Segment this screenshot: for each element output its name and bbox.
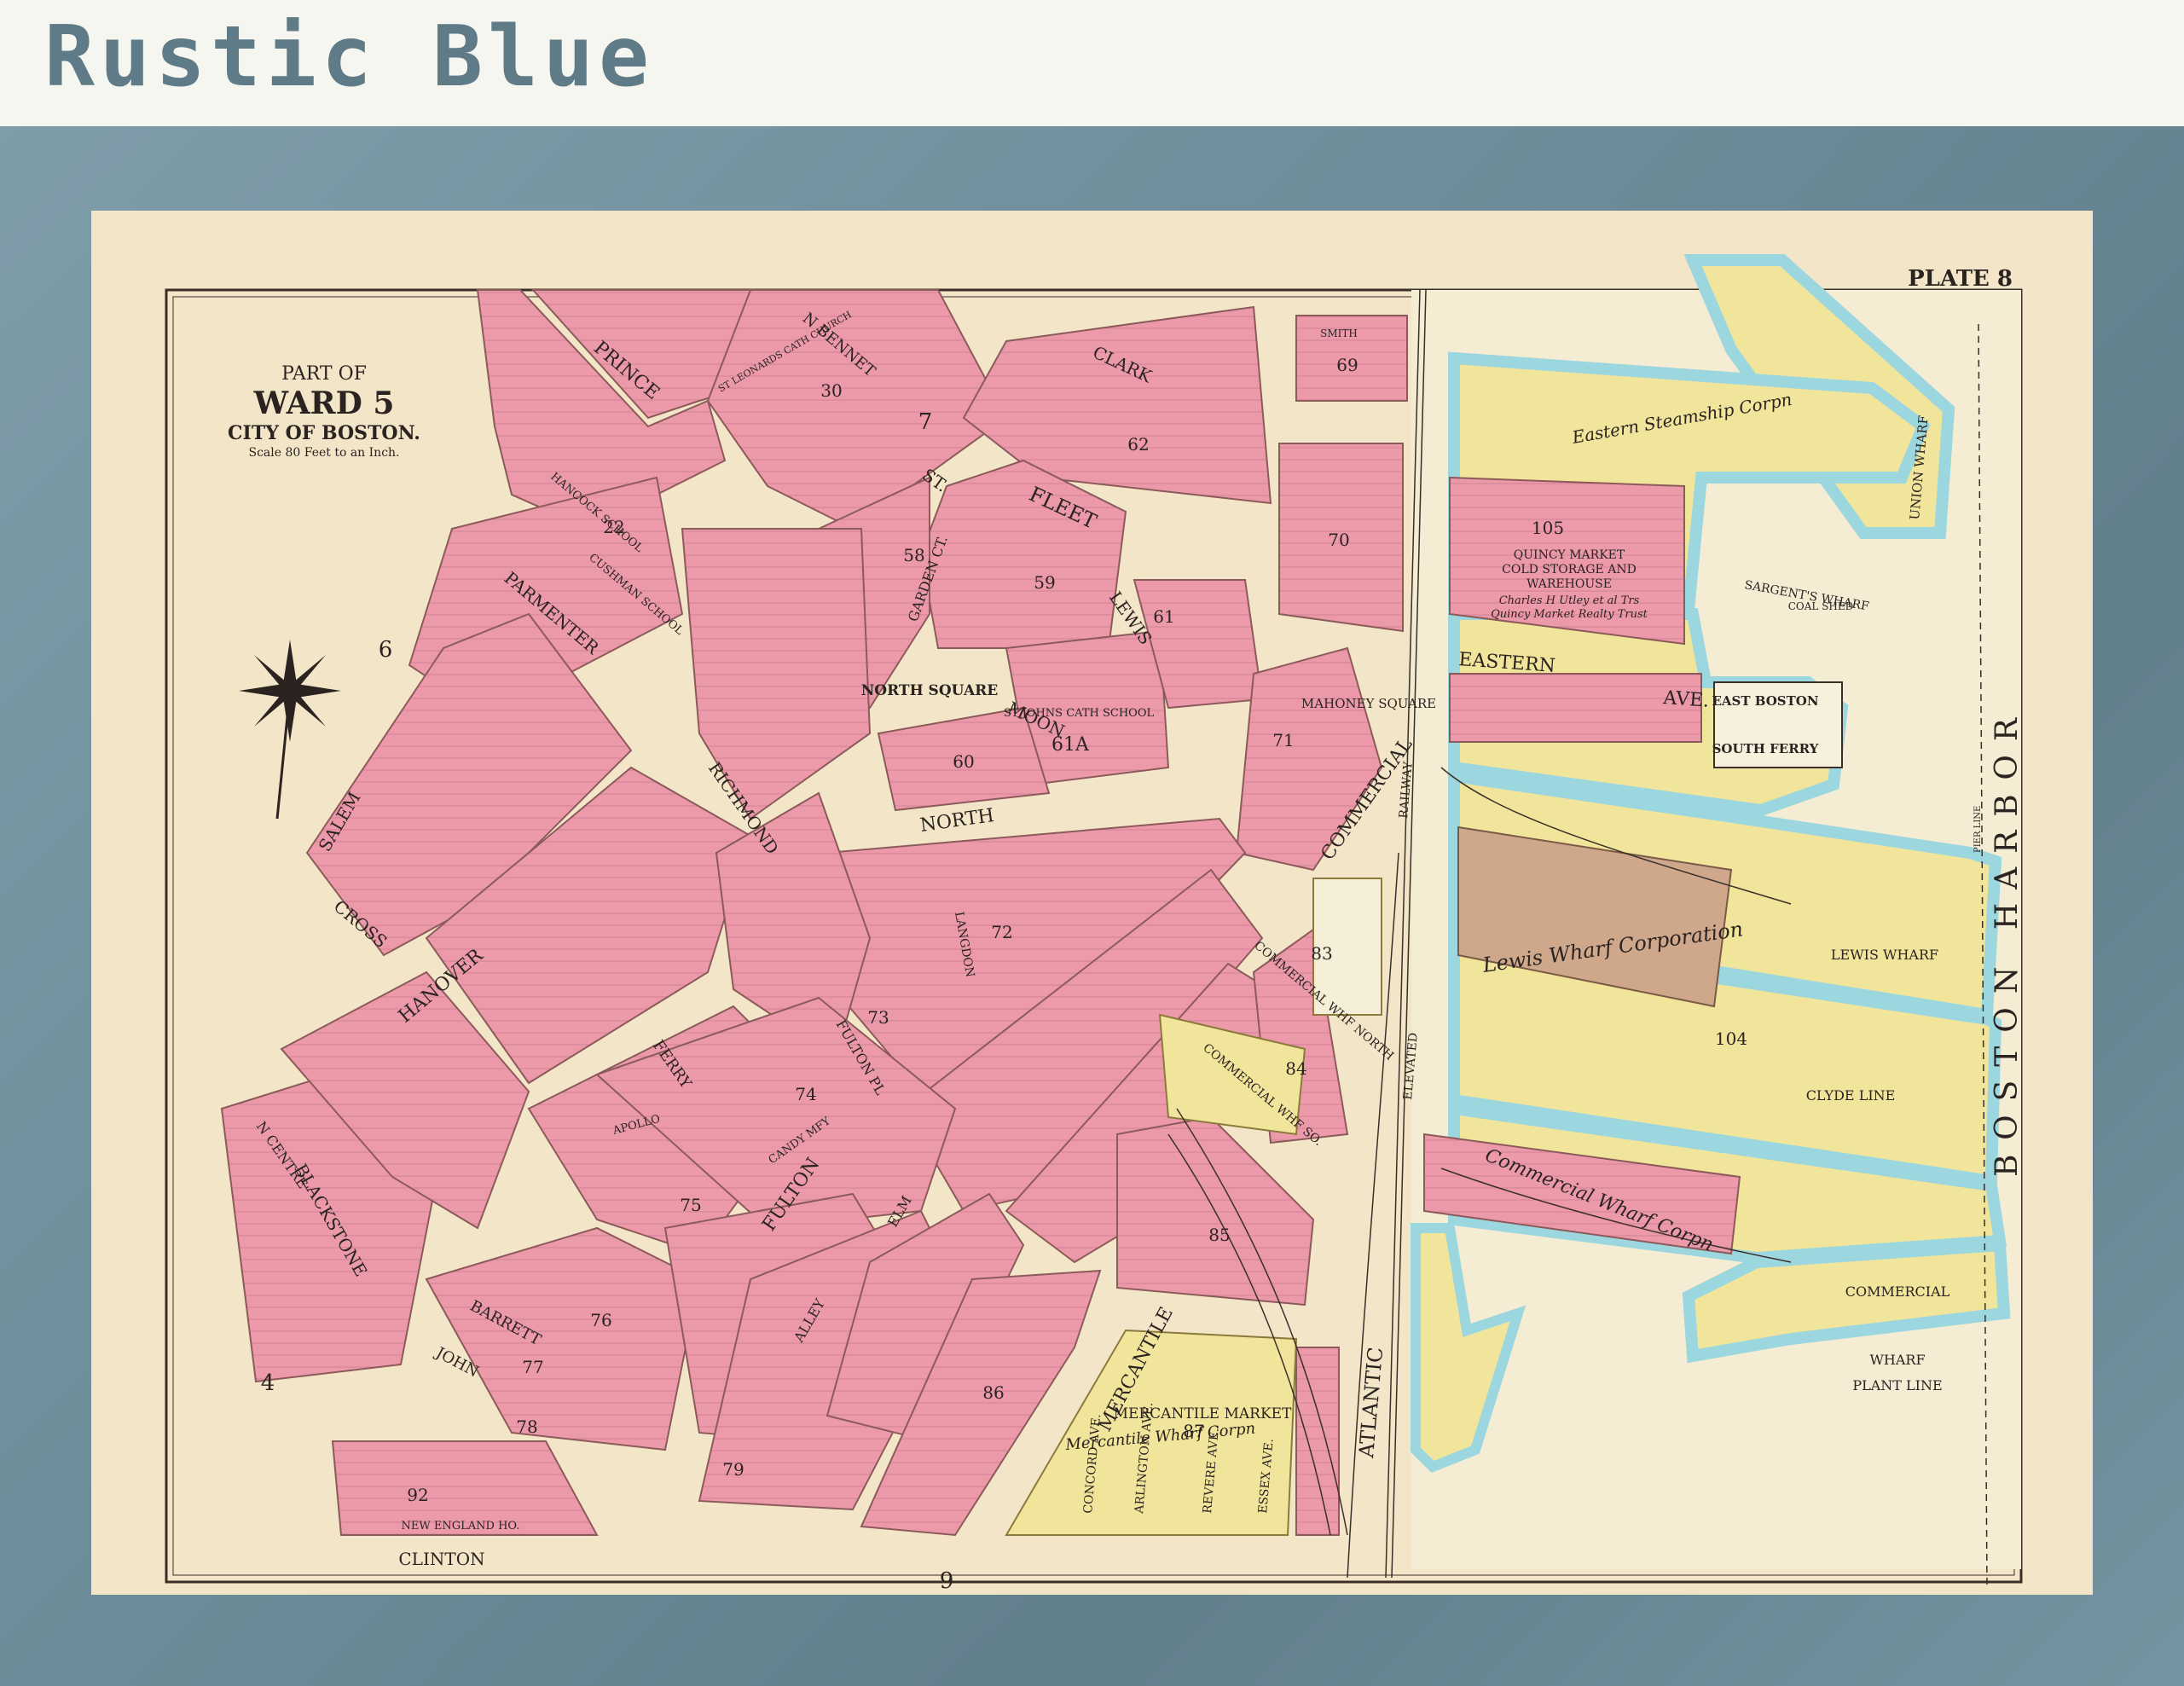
block-number-86: 86 [982, 1382, 1004, 1403]
block-number-73: 73 [867, 1007, 889, 1028]
frame-style-label: Rustic Blue [44, 9, 655, 106]
bldg-cold-storage: COLD STORAGE AND [1502, 563, 1637, 576]
block-number-72: 72 [991, 922, 1012, 942]
map-canvas: PLATE 8 PART OF WARD 5 CITY OF BOSTON. S… [91, 211, 2093, 1595]
block-number-84: 84 [1285, 1058, 1306, 1079]
wharf-mercantile-market: MERCANTILE MARKET [1114, 1405, 1293, 1422]
block-number-83: 83 [1311, 943, 1332, 964]
street-smith: SMITH [1320, 327, 1358, 339]
section-number-4: 4 [261, 1370, 275, 1396]
section-number-7: 7 [918, 409, 933, 435]
block-number-77: 77 [522, 1357, 543, 1377]
wharf-commercial: COMMERCIAL [1845, 1283, 1950, 1300]
block-number-79: 79 [722, 1459, 744, 1480]
harbor-label: BOSTON HARBOR [1990, 704, 2025, 1177]
block-number-60: 60 [953, 751, 974, 772]
bldg-st-johns: ST JOHNS CATH SCHOOL [1004, 707, 1155, 720]
wharf-coal-shed: COAL SHED [1788, 600, 1854, 612]
street-north-square: NORTH SQUARE [861, 682, 999, 699]
frame-style-header: Rustic Blue [0, 0, 2184, 126]
block-number-69: 69 [1336, 355, 1358, 375]
wharf-wharf: WHARF [1869, 1352, 1925, 1368]
title-line2: WARD 5 [253, 385, 395, 421]
street-clinton: CLINTON [398, 1549, 484, 1569]
block-number-70: 70 [1328, 530, 1349, 550]
section-number-6: 6 [379, 637, 393, 663]
block-number-85: 85 [1208, 1225, 1230, 1245]
block-number-58: 58 [903, 545, 924, 565]
block-number-75: 75 [680, 1195, 701, 1215]
map-print: PLATE 8 PART OF WARD 5 CITY OF BOSTON. S… [91, 211, 2093, 1595]
bldg-quincy-market: QUINCY MARKET [1514, 548, 1625, 562]
block-number-92: 92 [407, 1485, 428, 1505]
block-number-104: 104 [1715, 1028, 1747, 1049]
block-number-30: 30 [820, 380, 842, 401]
block-number-78: 78 [516, 1417, 537, 1437]
block-number-59: 59 [1034, 572, 1055, 593]
wharf-clyde-line: CLYDE LINE [1806, 1087, 1896, 1104]
block-number-76: 76 [590, 1310, 611, 1330]
bldg-quincy-realty: Quincy Market Realty Trust [1491, 608, 1648, 621]
block-number-74: 74 [795, 1084, 816, 1104]
plate-number: PLATE 8 [1908, 266, 2013, 292]
section-number-9: 9 [940, 1568, 954, 1594]
block-number-105: 105 [1532, 518, 1564, 538]
wharf-east-boston: EAST BOSTON [1712, 693, 1818, 709]
title-line1: PART OF [281, 363, 367, 385]
block-atlantic-narrow [1295, 1347, 1340, 1536]
block-number-61: 61 [1153, 606, 1174, 627]
wharf-plant-line: PLANT LINE [1852, 1377, 1942, 1393]
block-number-62: 62 [1127, 434, 1149, 455]
wharf-lewis: LEWIS WHARF [1831, 947, 1938, 963]
block-number-71: 71 [1272, 730, 1294, 750]
bldg-warehouse: WAREHOUSE [1526, 577, 1612, 591]
pier-line-label: PIER LINE [1973, 806, 1983, 853]
street-mahoney-square: MAHONEY SQUARE [1301, 696, 1436, 711]
bldg-new-england-ho: NEW ENGLAND HO. [402, 1520, 520, 1532]
wharf-south-ferry: SOUTH FERRY [1712, 741, 1819, 756]
bldg-utley-trs: Charles H Utley et al Trs [1499, 594, 1640, 607]
title-line3: CITY OF BOSTON. [228, 422, 420, 444]
street-eastern-ave: AVE. [1662, 687, 1710, 712]
title-scale: Scale 80 Feet to an Inch. [248, 446, 399, 460]
